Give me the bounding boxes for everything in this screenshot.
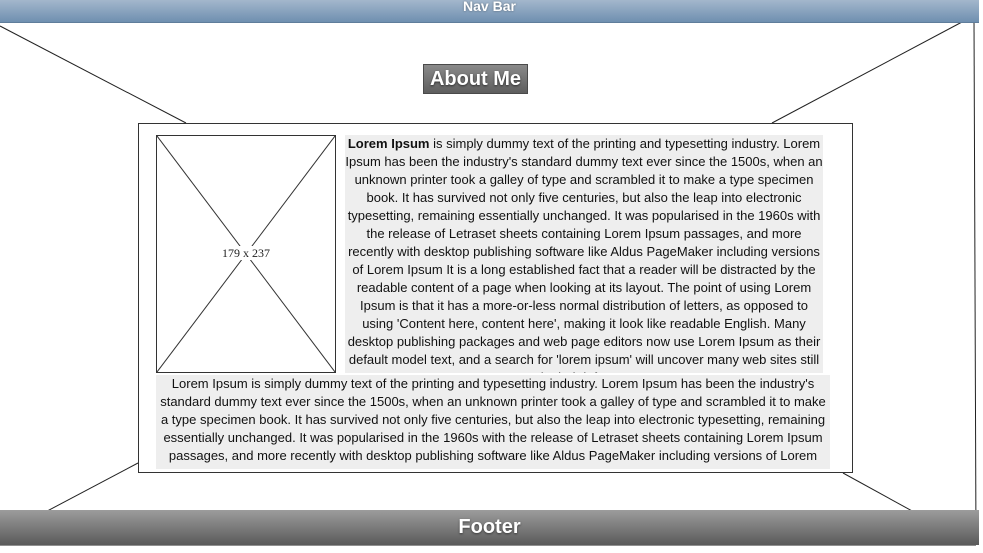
image-dimensions-label: 179 x 237 xyxy=(221,246,271,260)
bio-text-primary: Lorem Ipsum is simply dummy text of the … xyxy=(345,135,823,373)
about-content-panel: 179 x 237 Lorem Ipsum is simply dummy te… xyxy=(138,123,853,473)
bio-text-bold-lead: Lorem Ipsum xyxy=(347,136,430,151)
footer-label: Footer xyxy=(458,516,521,538)
bio-text-secondary: Lorem Ipsum is simply dummy text of the … xyxy=(156,375,830,469)
nav-bar-label: Nav Bar xyxy=(463,0,516,14)
footer: Footer xyxy=(0,510,979,545)
page-title: About Me xyxy=(423,64,528,94)
bio-text-primary-body: is simply dummy text of the printing and… xyxy=(345,136,823,373)
nav-bar[interactable]: Nav Bar xyxy=(0,0,979,23)
image-placeholder: 179 x 237 xyxy=(156,135,336,373)
